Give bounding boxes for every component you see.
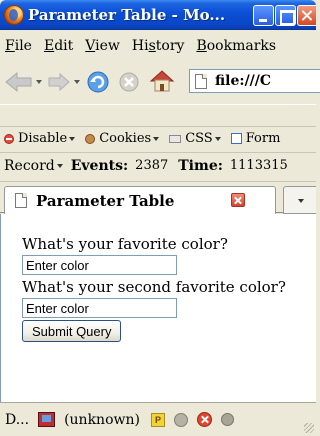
home-icon[interactable] [148, 69, 176, 93]
css-label: CSS [185, 131, 213, 146]
status-circle-icon[interactable] [173, 412, 188, 427]
bookmarks-toolbar [0, 104, 316, 124]
menu-bookmarks[interactable]: Bookmarks [192, 38, 284, 54]
url-bar[interactable]: file:///C [189, 69, 320, 93]
navigation-toolbar: file:///C [0, 61, 320, 103]
forms-icon [230, 133, 242, 144]
back-history-arrow-icon[interactable] [36, 80, 42, 84]
stop-icon[interactable] [118, 71, 140, 93]
page-icon [15, 193, 27, 208]
dropdown-arrow-icon [214, 136, 221, 141]
dropdown-arrow-icon [56, 163, 63, 168]
book-icon[interactable] [38, 412, 56, 427]
forward-history-arrow-icon[interactable] [74, 80, 80, 84]
time-value: 1113315 [229, 158, 288, 173]
status-bar: D... (unknown) P [0, 402, 316, 436]
cookies-icon [85, 133, 96, 144]
web-developer-toolbar: Disable Cookies CSS Form [0, 126, 316, 150]
tab-label: Parameter Table [36, 192, 175, 210]
css-menu[interactable]: CSS [169, 131, 221, 146]
tab-list-button[interactable] [283, 186, 316, 214]
menu-edit[interactable]: Edit [40, 38, 81, 54]
forms-label: Form [245, 131, 281, 146]
disable-menu[interactable]: Disable [4, 131, 76, 146]
close-tab-icon[interactable] [231, 193, 245, 207]
events-value: 2387 [135, 158, 169, 173]
maximize-button[interactable] [275, 5, 296, 26]
firefox-logo-icon [4, 5, 24, 25]
error-icon[interactable] [196, 412, 212, 427]
record-toolbar: Record Events: 2387 Time: 1113315 [0, 152, 316, 178]
reload-icon[interactable] [86, 70, 110, 94]
forms-menu[interactable]: Form [230, 131, 281, 146]
css-icon [169, 134, 182, 143]
question-1-label: What's your favorite color? [22, 235, 228, 253]
menu-file[interactable]: File [0, 38, 40, 54]
menu-bar: File Edit View History Bookmarks [0, 34, 316, 58]
window-title: Parameter Table - Mo... [28, 6, 226, 24]
tab-parameter-table[interactable]: Parameter Table [4, 186, 276, 214]
close-window-button[interactable] [297, 5, 316, 26]
disable-label: Disable [18, 131, 68, 146]
menu-history[interactable]: History [128, 38, 193, 54]
submit-query-button[interactable]: Submit Query [22, 320, 122, 342]
dropdown-arrow-icon [69, 136, 76, 141]
cookies-label: Cookies [99, 131, 152, 146]
url-text: file:///C [215, 73, 272, 89]
time-label: Time: [178, 157, 223, 174]
page-content: What's your favorite color? What's your … [0, 214, 316, 402]
disable-icon [4, 133, 14, 144]
slash-icon[interactable] [220, 413, 234, 426]
zone-text: (unknown) [64, 411, 140, 428]
cookies-menu[interactable]: Cookies [85, 131, 160, 146]
events-label: Events: [70, 157, 129, 174]
page-icon [195, 74, 207, 89]
dropdown-arrow-icon [153, 136, 160, 141]
p-icon[interactable]: P [150, 412, 165, 427]
tab-list-icon [298, 199, 304, 203]
second-favorite-color-input[interactable] [22, 298, 177, 318]
title-bar: Parameter Table - Mo... [0, 0, 316, 30]
forward-arrow-icon[interactable] [47, 73, 71, 91]
tab-bar: Parameter Table [0, 181, 316, 214]
back-arrow-icon[interactable] [4, 71, 34, 93]
status-text: D... [5, 411, 30, 428]
favorite-color-input[interactable] [22, 255, 177, 275]
question-2-label: What's your second favorite color? [22, 278, 286, 296]
record-menu[interactable]: Record [4, 158, 63, 174]
menu-view[interactable]: View [81, 38, 128, 54]
resize-grip-icon[interactable] [304, 423, 314, 433]
minimize-button[interactable] [253, 5, 274, 26]
record-label: Record [4, 157, 55, 174]
